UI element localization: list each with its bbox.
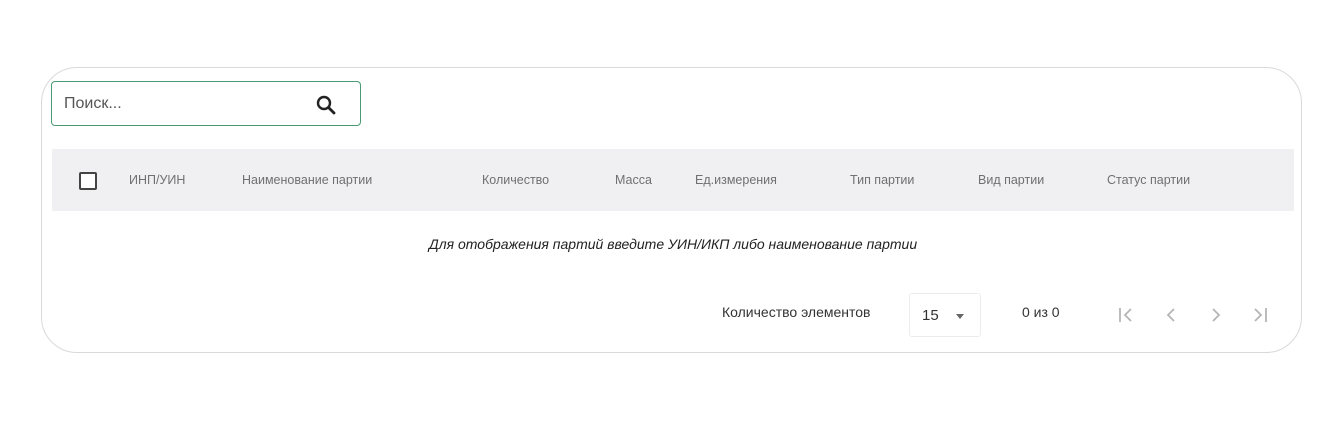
- column-header-batch-type[interactable]: Тип партии: [850, 149, 914, 211]
- next-page-button[interactable]: [1204, 303, 1228, 327]
- column-header-batch-kind[interactable]: Вид партии: [978, 149, 1044, 211]
- dropdown-arrow-icon: [956, 314, 964, 319]
- empty-state-message: Для отображения партий введите УИН/ИКП л…: [428, 236, 918, 252]
- page-range-text: 0 из 0: [1022, 304, 1060, 320]
- search-input[interactable]: [64, 94, 304, 113]
- last-page-icon: [1248, 303, 1272, 327]
- column-header-batch-name[interactable]: Наименование партии: [242, 149, 372, 211]
- prev-page-icon: [1159, 303, 1183, 327]
- page-size-value: 15: [922, 307, 939, 324]
- column-header-batch-status[interactable]: Статус партии: [1107, 149, 1190, 211]
- column-header-unit[interactable]: Ед.измерения: [695, 149, 777, 211]
- column-header-mass[interactable]: Масса: [615, 149, 652, 211]
- first-page-icon: [1114, 303, 1138, 327]
- first-page-button[interactable]: [1114, 303, 1138, 327]
- column-header-quantity[interactable]: Количество: [482, 149, 549, 211]
- select-all-checkbox[interactable]: [79, 172, 97, 190]
- table-header: ИНП/УИН Наименование партии Количество М…: [52, 149, 1294, 211]
- page-size-select[interactable]: 15: [909, 293, 981, 337]
- page-size-label: Количество элементов: [722, 304, 871, 320]
- column-header-inp-uin[interactable]: ИНП/УИН: [129, 149, 185, 211]
- last-page-button[interactable]: [1248, 303, 1272, 327]
- next-page-icon: [1204, 303, 1228, 327]
- prev-page-button[interactable]: [1159, 303, 1183, 327]
- search-box[interactable]: [51, 81, 361, 126]
- search-icon[interactable]: [315, 94, 337, 116]
